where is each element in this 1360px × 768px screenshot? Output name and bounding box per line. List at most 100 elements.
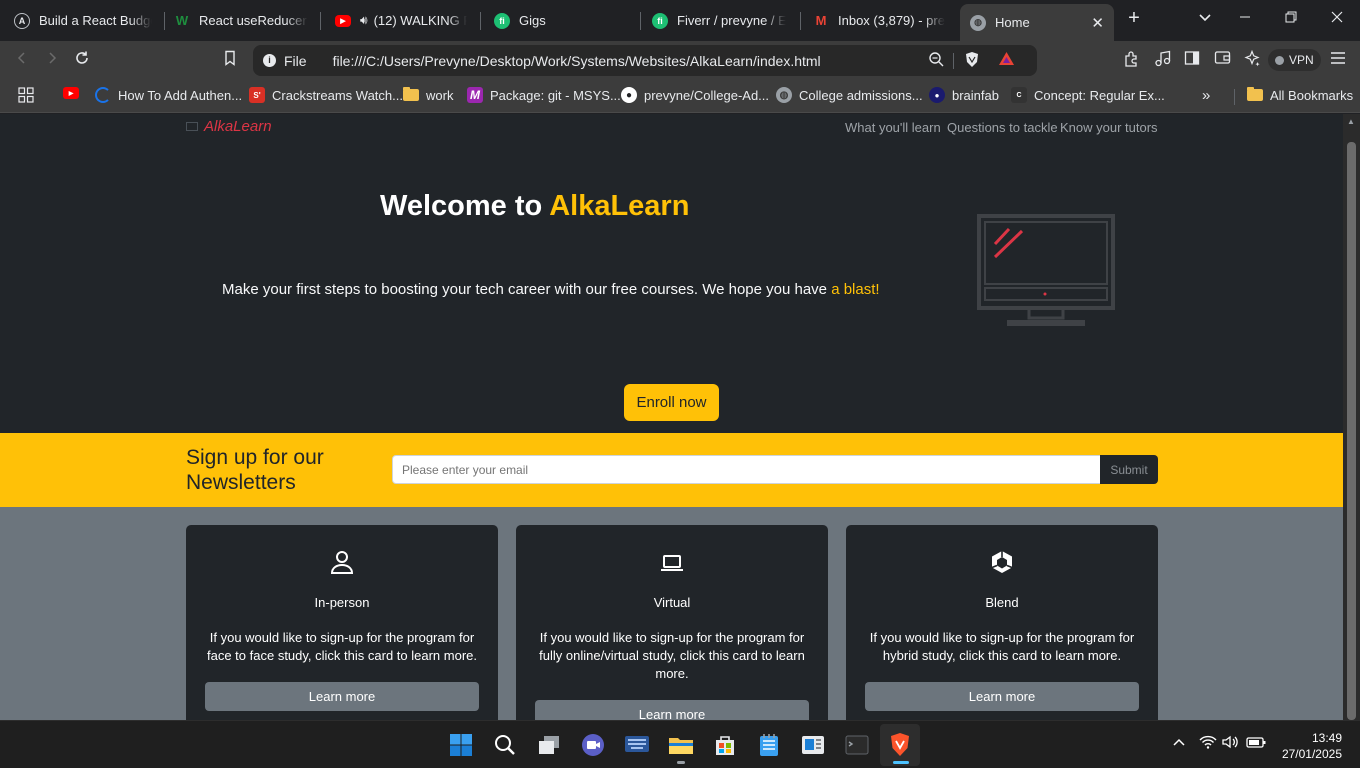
nav-link-questions[interactable]: Questions to tackle bbox=[947, 120, 1058, 135]
wifi-icon[interactable] bbox=[1199, 735, 1217, 752]
hero-subtitle: Make your first steps to boosting your t… bbox=[222, 281, 880, 298]
card-in-person[interactable]: In-person If you would like to sign-up f… bbox=[186, 525, 498, 720]
bookmark-msys[interactable]: M Package: git - MSYS... bbox=[467, 87, 621, 103]
tab-divider bbox=[480, 12, 481, 30]
back-icon[interactable] bbox=[12, 50, 32, 70]
clock-time: 13:49 bbox=[1311, 731, 1342, 745]
extensions-icon[interactable] bbox=[1121, 50, 1141, 72]
nav-link-tutors[interactable]: Know your tutors bbox=[1060, 120, 1158, 135]
bookmark-college[interactable]: ◍ College admissions... bbox=[776, 87, 923, 103]
brave-rewards-icon[interactable] bbox=[998, 51, 1015, 70]
url-text[interactable]: file:///C:/Users/Prevyne/Desktop/Work/Sy… bbox=[333, 53, 821, 69]
nav-link-what-you-learn[interactable]: What you'll learn bbox=[845, 120, 941, 135]
tab-title: Build a React Budget bbox=[39, 13, 152, 28]
bookmark-label: work bbox=[426, 87, 454, 103]
meet-video-icon[interactable] bbox=[579, 731, 607, 759]
learn-more-button[interactable]: Learn more bbox=[535, 700, 809, 720]
windows-start-icon[interactable] bbox=[447, 731, 475, 759]
vpn-button[interactable]: VPN bbox=[1268, 49, 1321, 71]
cs-logo-icon: S' bbox=[249, 87, 265, 103]
newsletter-email-input[interactable] bbox=[392, 455, 1101, 484]
tray-overflow-chevron-icon[interactable] bbox=[1172, 735, 1186, 752]
tab-3[interactable]: fi Gigs bbox=[484, 4, 638, 37]
task-view-icon[interactable] bbox=[535, 731, 563, 759]
brave-browser-icon[interactable] bbox=[886, 731, 914, 759]
tab-title: (12) WALKING RE bbox=[373, 13, 467, 28]
scrollbar-thumb[interactable] bbox=[1347, 142, 1356, 720]
tab-title: Home bbox=[995, 15, 1030, 30]
learn-more-button[interactable]: Learn more bbox=[205, 682, 479, 711]
bookmark-crackstreams[interactable]: S' Crackstreams Watch... bbox=[249, 87, 403, 103]
battery-icon[interactable] bbox=[1246, 735, 1266, 752]
hero-subtitle-accent: a blast! bbox=[831, 281, 880, 298]
new-tab-button[interactable]: + bbox=[1124, 7, 1144, 30]
search-icon[interactable] bbox=[491, 731, 519, 759]
msys-icon: M bbox=[467, 87, 483, 103]
monitor-illustration-icon bbox=[977, 214, 1117, 332]
tab-search-chevron-icon[interactable] bbox=[1195, 10, 1215, 29]
tab-1[interactable]: W React useReducer Ho bbox=[164, 4, 318, 37]
wallet-icon[interactable] bbox=[1212, 50, 1232, 70]
microsoft-store-icon[interactable] bbox=[711, 731, 739, 759]
bookmark-brainfab[interactable]: ● brainfab bbox=[929, 87, 999, 103]
bookmark-icon[interactable] bbox=[220, 50, 240, 71]
windows-taskbar: 13:49 27/01/2025 bbox=[0, 720, 1360, 768]
audio-playing-icon[interactable]: 🔊︎ bbox=[360, 13, 368, 28]
info-icon[interactable]: i bbox=[263, 54, 276, 67]
bookmark-github[interactable]: ● prevyne/College-Ad... bbox=[621, 87, 769, 103]
news-app-icon[interactable] bbox=[799, 731, 827, 759]
volume-icon[interactable] bbox=[1222, 735, 1240, 752]
brave-shields-icon[interactable] bbox=[964, 51, 980, 72]
browser-toolbar: i File file:///C:/Users/Prevyne/Desktop/… bbox=[0, 41, 1360, 79]
zoom-icon[interactable] bbox=[928, 51, 944, 71]
tab-4[interactable]: fi Fiverr / prevyne / Ed bbox=[642, 4, 796, 37]
brand-logo-icon bbox=[186, 122, 198, 131]
enroll-now-button[interactable]: Enroll now bbox=[624, 384, 719, 421]
leo-ai-icon[interactable] bbox=[1242, 49, 1262, 72]
close-window-icon[interactable] bbox=[1327, 10, 1347, 28]
address-bar[interactable]: i File file:///C:/Users/Prevyne/Desktop/… bbox=[253, 45, 1037, 76]
tab-2[interactable]: ▶ 🔊︎ (12) WALKING RE bbox=[325, 4, 477, 37]
keyboard-app-icon[interactable] bbox=[623, 731, 651, 759]
learn-more-button[interactable]: Learn more bbox=[865, 682, 1139, 711]
hero-subtitle-text: Make your first steps to boosting your t… bbox=[222, 281, 832, 298]
file-explorer-icon[interactable] bbox=[667, 731, 695, 759]
bookmark-label: Concept: Regular Ex... bbox=[1034, 87, 1165, 103]
omnibox-divider bbox=[953, 53, 954, 69]
bookmark-concept[interactable]: C Concept: Regular Ex... bbox=[1011, 87, 1165, 103]
card-text: If you would like to sign-up for the pro… bbox=[539, 630, 805, 681]
media-icon[interactable] bbox=[1152, 50, 1172, 72]
more-bookmarks-chevron-icon[interactable]: » bbox=[1202, 87, 1210, 104]
forward-icon[interactable] bbox=[42, 50, 62, 70]
tab-6-active[interactable]: ◍ Home ✕ bbox=[960, 4, 1114, 41]
bookmark-youtube[interactable]: ▶ bbox=[63, 87, 86, 99]
system-clock[interactable]: 13:49 27/01/2025 bbox=[1278, 730, 1342, 762]
all-bookmarks[interactable]: All Bookmarks bbox=[1247, 87, 1353, 103]
tab-0[interactable]: A Build a React Budget bbox=[4, 4, 162, 37]
restore-icon[interactable] bbox=[1281, 10, 1301, 28]
tab-5[interactable]: M Inbox (3,879) - prevy bbox=[803, 4, 955, 37]
minimize-icon[interactable] bbox=[1235, 10, 1255, 28]
bookmark-work-folder[interactable]: work bbox=[403, 87, 453, 103]
terminal-icon[interactable] bbox=[843, 731, 871, 759]
card-text: If you would like to sign-up for the pro… bbox=[207, 630, 477, 663]
w-logo-icon: W bbox=[175, 13, 189, 28]
sidebar-icon[interactable] bbox=[1182, 50, 1202, 71]
page-scrollbar[interactable]: ▲ bbox=[1343, 114, 1360, 720]
newsletter-section: Sign up for our Newsletters Submit bbox=[0, 433, 1343, 507]
apps-grid-icon[interactable] bbox=[18, 87, 34, 103]
folder-icon bbox=[1247, 87, 1263, 103]
site-brand[interactable]: AlkaLearn bbox=[186, 118, 272, 135]
bookmark-auth[interactable]: How To Add Authen... bbox=[95, 87, 242, 103]
close-tab-icon[interactable]: ✕ bbox=[1091, 14, 1104, 32]
card-virtual[interactable]: Virtual If you would like to sign-up for… bbox=[516, 525, 828, 720]
scroll-up-arrow-icon[interactable]: ▲ bbox=[1347, 117, 1355, 126]
reload-icon[interactable] bbox=[72, 50, 92, 71]
menu-icon[interactable] bbox=[1328, 50, 1348, 70]
card-blend[interactable]: Blend If you would like to sign-up for t… bbox=[846, 525, 1158, 720]
bookmark-label: Package: git - MSYS... bbox=[490, 87, 621, 103]
newsletter-submit-button[interactable]: Submit bbox=[1100, 455, 1158, 484]
site-navbar: AlkaLearn What you'll learn Questions to… bbox=[0, 114, 1343, 140]
notepad-icon[interactable] bbox=[755, 731, 783, 759]
tab-title: Fiverr / prevyne / Ed bbox=[677, 13, 786, 28]
